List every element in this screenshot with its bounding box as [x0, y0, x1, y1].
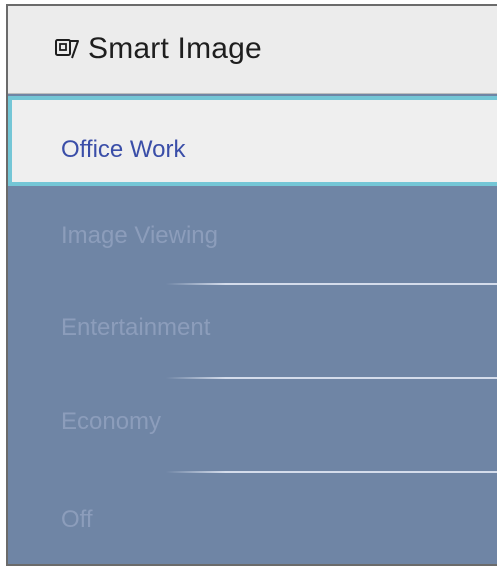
smart-image-icon — [55, 39, 79, 59]
menu-header: Smart Image — [8, 6, 497, 94]
menu-item-label: Entertainment — [61, 314, 211, 341]
menu-title: Smart Image — [88, 32, 262, 65]
menu-item-entertainment[interactable]: Entertainment — [8, 284, 497, 376]
menu-item-off[interactable]: Off — [8, 472, 497, 564]
menu-item-economy[interactable]: Economy — [8, 378, 497, 470]
menu-item-label: Image Viewing — [61, 222, 218, 249]
menu-item-label: Off — [61, 506, 93, 533]
menu-item-image-viewing[interactable]: Image Viewing — [8, 190, 497, 282]
smart-image-panel: Smart Image Office Work Image Viewing En… — [6, 4, 497, 566]
osd-window: Smart Image Office Work Image Viewing En… — [0, 0, 497, 571]
menu-item-office-work[interactable]: Office Work — [8, 96, 497, 186]
smart-image-menu: Office Work Image Viewing Entertainment … — [8, 94, 497, 564]
menu-item-label: Office Work — [61, 136, 186, 163]
menu-item-label: Economy — [61, 408, 162, 435]
